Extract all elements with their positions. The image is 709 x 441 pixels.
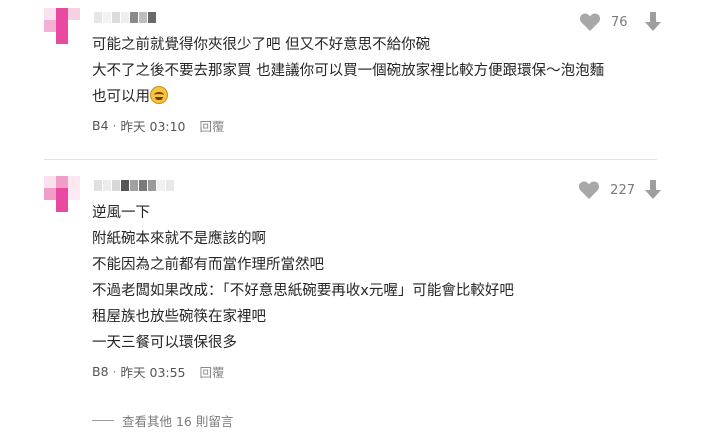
- more-dash: [92, 420, 114, 421]
- comment-meta: B8 · 昨天 03:55 回覆: [92, 362, 661, 381]
- timestamp: 昨天 03:55: [120, 365, 186, 380]
- like-count: 76: [611, 14, 628, 30]
- meta-separator: ·: [112, 364, 117, 379]
- view-more-label[interactable]: 查看其他 16 則留言: [122, 411, 233, 430]
- view-more-replies[interactable]: 查看其他 16 則留言: [92, 411, 233, 430]
- comment-body: 可能之前就覺得你夾很少了吧 但又不好意思不給你碗 大不了之後不要去那家買 也建議…: [92, 32, 661, 135]
- avatar[interactable]: [44, 176, 80, 212]
- comment-line: 也可以用: [92, 84, 661, 110]
- laughing-emoji-icon: [150, 86, 168, 104]
- comment-header: 227: [44, 176, 661, 212]
- floor-number[interactable]: B4: [92, 118, 109, 133]
- comment-line: 租屋族也放些碗筷在家裡吧: [92, 309, 266, 325]
- comment-body: 逆風一下 附紙碗本來就不是應該的啊 不能因為之前都有而當作理所當然吧 不過老闆如…: [92, 200, 661, 381]
- meta-separator: ·: [112, 118, 117, 133]
- down-arrow-icon[interactable]: [645, 12, 661, 32]
- comment-line: 不過老闆如果改成：「不好意思紙碗要再收x元喔」可能會比較好吧: [92, 283, 514, 299]
- vote-area: 227: [578, 180, 661, 200]
- reply-button[interactable]: 回覆: [200, 116, 225, 135]
- username-blurred[interactable]: [94, 180, 174, 192]
- comment-line: 不能因為之前都有而當作理所當然吧: [92, 257, 324, 273]
- like-count: 227: [610, 182, 635, 198]
- comment-thread: 76 可能之前就覺得你夾很少了吧 但又不好意思不給你碗 大不了之後不要去那家買 …: [0, 0, 709, 441]
- heart-icon[interactable]: [578, 180, 600, 200]
- comment-line-text: 也可以用: [92, 89, 150, 105]
- comment-divider: [44, 159, 657, 160]
- heart-icon[interactable]: [579, 12, 601, 32]
- comment-line: 大不了之後不要去那家買 也建議你可以買一個碗放家裡比較方便跟環保～泡泡麵: [92, 63, 605, 79]
- vote-area: 76: [579, 12, 661, 32]
- comment-line: 一天三餐可以環保很多: [92, 335, 237, 351]
- comment-meta: B4 · 昨天 03:10 回覆: [92, 116, 661, 135]
- down-arrow-icon[interactable]: [645, 180, 661, 200]
- floor-number[interactable]: B8: [92, 364, 109, 379]
- avatar[interactable]: [44, 8, 80, 44]
- username-blurred[interactable]: [94, 12, 156, 24]
- comment-b8: 227 逆風一下 附紙碗本來就不是應該的啊 不能因為之前都有而當作理所當然吧 不…: [44, 176, 661, 381]
- comment-header: 76: [44, 8, 661, 44]
- reply-button[interactable]: 回覆: [200, 362, 225, 381]
- comment-line: 附紙碗本來就不是應該的啊: [92, 231, 266, 247]
- timestamp: 昨天 03:10: [120, 119, 186, 134]
- comment-b4: 76 可能之前就覺得你夾很少了吧 但又不好意思不給你碗 大不了之後不要去那家買 …: [44, 8, 661, 135]
